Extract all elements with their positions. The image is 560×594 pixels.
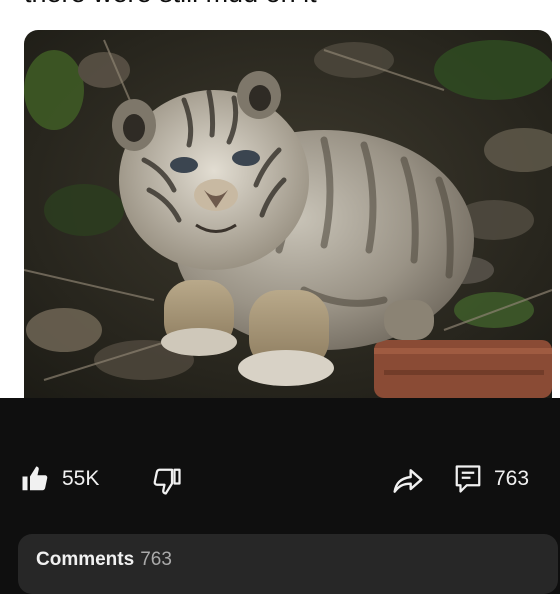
like-button[interactable]: 55K bbox=[20, 464, 99, 494]
action-bar: 55K 763 Comments 763 bbox=[0, 398, 560, 594]
like-count: 55K bbox=[62, 467, 100, 490]
share-button[interactable] bbox=[392, 467, 424, 495]
thumbs-down-icon bbox=[153, 468, 181, 495]
tiger-cub-photo-icon bbox=[24, 30, 552, 398]
thumbs-up-icon bbox=[22, 466, 48, 491]
post-image[interactable] bbox=[24, 30, 552, 398]
comments-button[interactable]: 763 bbox=[454, 464, 529, 494]
post-caption: there were still mud on it bbox=[24, 0, 317, 9]
comments-section[interactable]: Comments 763 bbox=[18, 534, 558, 594]
comment-count: 763 bbox=[494, 467, 530, 490]
comment-icon bbox=[455, 465, 481, 493]
post-area: there were still mud on it bbox=[0, 0, 560, 398]
comments-title: Comments 763 bbox=[36, 549, 172, 571]
dislike-button[interactable] bbox=[152, 466, 182, 496]
share-arrow-icon bbox=[393, 469, 423, 493]
